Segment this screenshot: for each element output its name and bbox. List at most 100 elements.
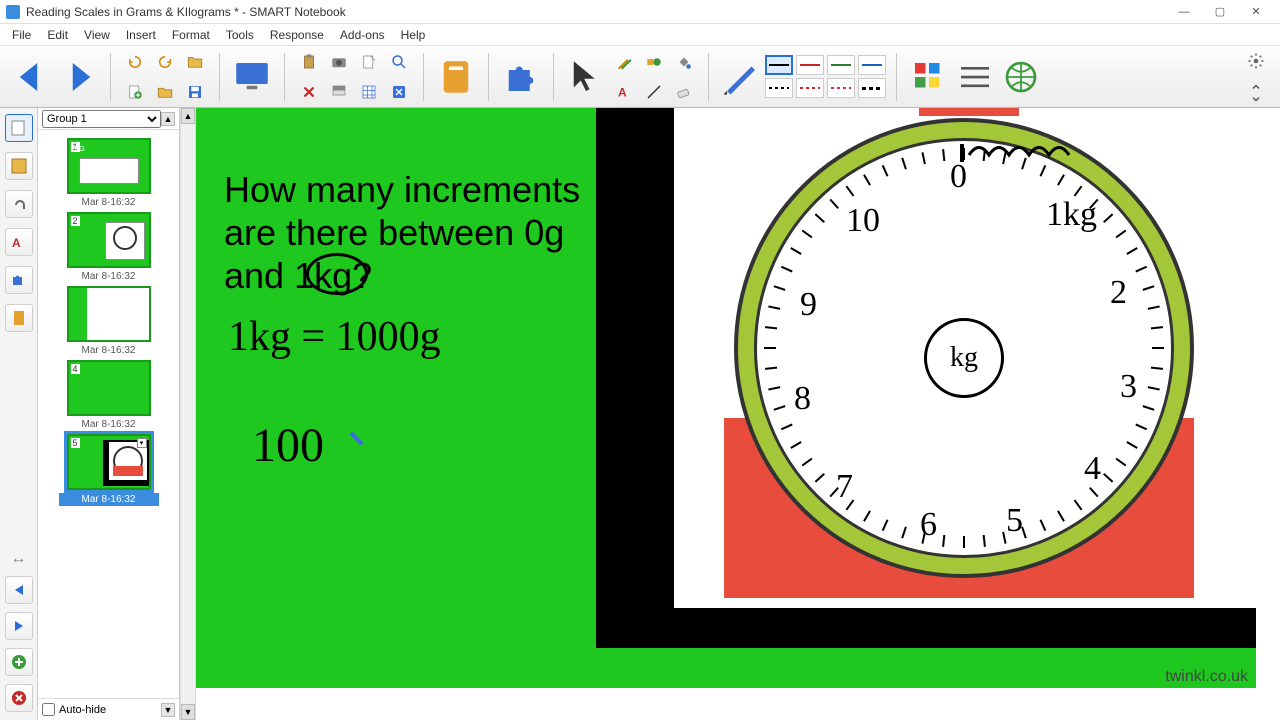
- shapes-button[interactable]: [640, 48, 668, 76]
- addon-puzzle-button[interactable]: [499, 55, 543, 99]
- autohide-checkbox[interactable]: [42, 703, 55, 716]
- screen-shade-button[interactable]: [325, 78, 353, 106]
- app-icon: [6, 5, 20, 19]
- slide-canvas[interactable]: How many increments are there between 0g…: [196, 108, 1280, 720]
- properties-tab[interactable]: A: [5, 228, 33, 256]
- title-bar: Reading Scales in Grams & KIlograms * - …: [0, 0, 1280, 24]
- dial-7: 7: [836, 468, 853, 506]
- pen-blue-thin[interactable]: [858, 55, 886, 75]
- side-tabs: A ↔: [0, 108, 38, 720]
- scroll-down-icon[interactable]: ▼: [181, 704, 195, 720]
- menu-view[interactable]: View: [76, 26, 118, 44]
- pen-red-dash[interactable]: [796, 78, 824, 98]
- canvas-left-scroll[interactable]: ▲ ▼: [180, 108, 196, 720]
- text-button[interactable]: A: [610, 78, 638, 106]
- new-page-button[interactable]: [121, 78, 149, 106]
- thumbnail-1[interactable]: 1 KG Mar 8-16:32: [59, 138, 159, 208]
- page-sorter-tab[interactable]: [5, 114, 33, 142]
- pen-black-thin[interactable]: [765, 55, 793, 75]
- thumb-scroll-up[interactable]: ▲: [161, 112, 175, 126]
- resize-handle-icon[interactable]: ↔: [11, 550, 27, 568]
- thumb-scroll-down[interactable]: ▼: [161, 703, 175, 717]
- menu-insert[interactable]: Insert: [118, 26, 164, 44]
- document-camera-button[interactable]: [355, 48, 383, 76]
- save-button[interactable]: [181, 78, 209, 106]
- screen-share-button[interactable]: [230, 55, 274, 99]
- dial-3: 3: [1120, 368, 1137, 406]
- thumbnail-4[interactable]: 4 Mar 8-16:32: [59, 360, 159, 430]
- color-picker-button[interactable]: [907, 55, 951, 99]
- prev-page-button[interactable]: [10, 55, 54, 99]
- scale-neck: [919, 108, 1019, 116]
- thumbnail-2[interactable]: 2 Mar 8-16:32: [59, 212, 159, 282]
- line-style-button[interactable]: [953, 55, 997, 99]
- search-button[interactable]: [385, 48, 413, 76]
- dial-4: 4: [1084, 450, 1101, 488]
- prev-arrow-button[interactable]: [5, 576, 33, 604]
- fill-button[interactable]: [670, 48, 698, 76]
- undo-button[interactable]: [121, 48, 149, 76]
- pen-pink-dash[interactable]: [827, 78, 855, 98]
- eraser-button[interactable]: [670, 78, 698, 106]
- add-slide-button[interactable]: [5, 648, 33, 676]
- dial-10: 10: [846, 202, 880, 240]
- handwritten-arc: [964, 130, 1084, 180]
- dial-8: 8: [794, 380, 811, 418]
- select-tool-button[interactable]: [564, 55, 608, 99]
- open-button[interactable]: [151, 78, 179, 106]
- canvas-wrap: ▲ ▼ How many increments are there betwee…: [180, 108, 1280, 720]
- pen-black-thick-dash[interactable]: [858, 78, 886, 98]
- attachments-tab[interactable]: [5, 190, 33, 218]
- menu-edit[interactable]: Edit: [39, 26, 76, 44]
- minimize-button[interactable]: —: [1166, 2, 1202, 22]
- dial-9: 9: [800, 286, 817, 324]
- camera-button[interactable]: [325, 48, 353, 76]
- activity-button[interactable]: [434, 55, 478, 99]
- pen-cursor-icon: [344, 426, 372, 454]
- menu-addons[interactable]: Add-ons: [332, 26, 393, 44]
- menu-format[interactable]: Format: [164, 26, 218, 44]
- pen-tool-button[interactable]: [719, 55, 763, 99]
- delete-slide-button[interactable]: [5, 684, 33, 712]
- redo-button[interactable]: [151, 48, 179, 76]
- window-title: Reading Scales in Grams & KIlograms * - …: [26, 5, 1166, 19]
- folder-button[interactable]: [181, 48, 209, 76]
- menu-tools[interactable]: Tools: [218, 26, 262, 44]
- menu-file[interactable]: File: [4, 26, 39, 44]
- pen-red-thin[interactable]: [796, 55, 824, 75]
- menu-help[interactable]: Help: [393, 26, 434, 44]
- move-toolbar-button[interactable]: [1242, 79, 1270, 107]
- thumbnail-3[interactable]: 3 Mar 8-16:32: [59, 286, 159, 356]
- pen-black-dash[interactable]: [765, 78, 793, 98]
- pen-green-thin[interactable]: [827, 55, 855, 75]
- scroll-up-icon[interactable]: ▲: [181, 108, 195, 124]
- weighing-scale: 0 1kg 2 3 4 5 6 7 8 9 10 kg: [694, 108, 1234, 618]
- dial-5: 5: [1006, 502, 1023, 540]
- lab-tab[interactable]: [5, 304, 33, 332]
- thumbnail-5[interactable]: 5 ▾ Mar 8-16:32: [59, 434, 159, 506]
- menu-response[interactable]: Response: [262, 26, 332, 44]
- addons-tab[interactable]: [5, 266, 33, 294]
- dial-6: 6: [920, 506, 937, 544]
- gallery-tab[interactable]: [5, 152, 33, 180]
- dial-center-kg: kg: [924, 318, 1004, 398]
- delete-button[interactable]: [295, 78, 323, 106]
- line-button[interactable]: [640, 78, 668, 106]
- question-text: How many increments are there between 0g…: [224, 168, 594, 298]
- close-button[interactable]: ✕: [1238, 2, 1274, 22]
- maximize-button[interactable]: ▢: [1202, 2, 1238, 22]
- next-page-button[interactable]: [56, 55, 100, 99]
- settings-button[interactable]: [1242, 47, 1270, 75]
- group-select[interactable]: Group 1: [42, 110, 161, 128]
- next-arrow-button[interactable]: [5, 612, 33, 640]
- dial-2: 2: [1110, 274, 1127, 312]
- web-button[interactable]: [999, 55, 1043, 99]
- main-area: A ↔ Group 1 ▲ 1 KG Mar 8-16:32 2: [0, 108, 1280, 720]
- paste-button[interactable]: [295, 48, 323, 76]
- close-page-button[interactable]: [385, 78, 413, 106]
- toolbar: A: [0, 46, 1280, 108]
- pens-button[interactable]: [610, 48, 638, 76]
- table-button[interactable]: [355, 78, 383, 106]
- slide-background: How many increments are there between 0g…: [196, 108, 1256, 688]
- handwriting-2: 100: [252, 418, 324, 473]
